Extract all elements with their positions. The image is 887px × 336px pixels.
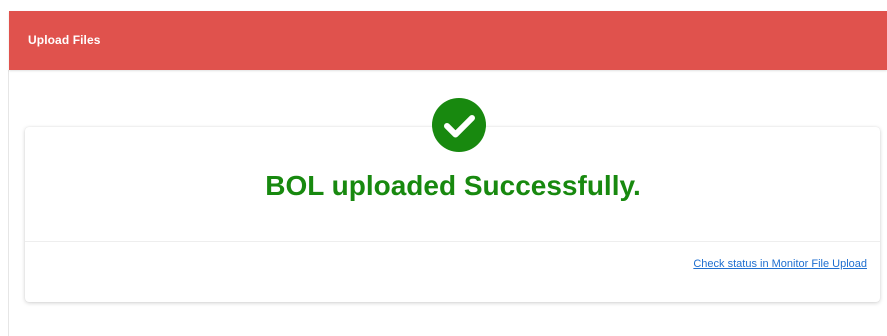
success-message: BOL uploaded Successfully. bbox=[265, 170, 641, 201]
page-title: Upload Files bbox=[28, 33, 101, 47]
monitor-file-upload-link[interactable]: Check status in Monitor File Upload bbox=[693, 258, 867, 270]
upload-result-card bbox=[25, 127, 880, 302]
check-circle-icon bbox=[432, 98, 486, 152]
page-header: Upload Files bbox=[9, 11, 887, 70]
card-divider bbox=[25, 241, 880, 242]
